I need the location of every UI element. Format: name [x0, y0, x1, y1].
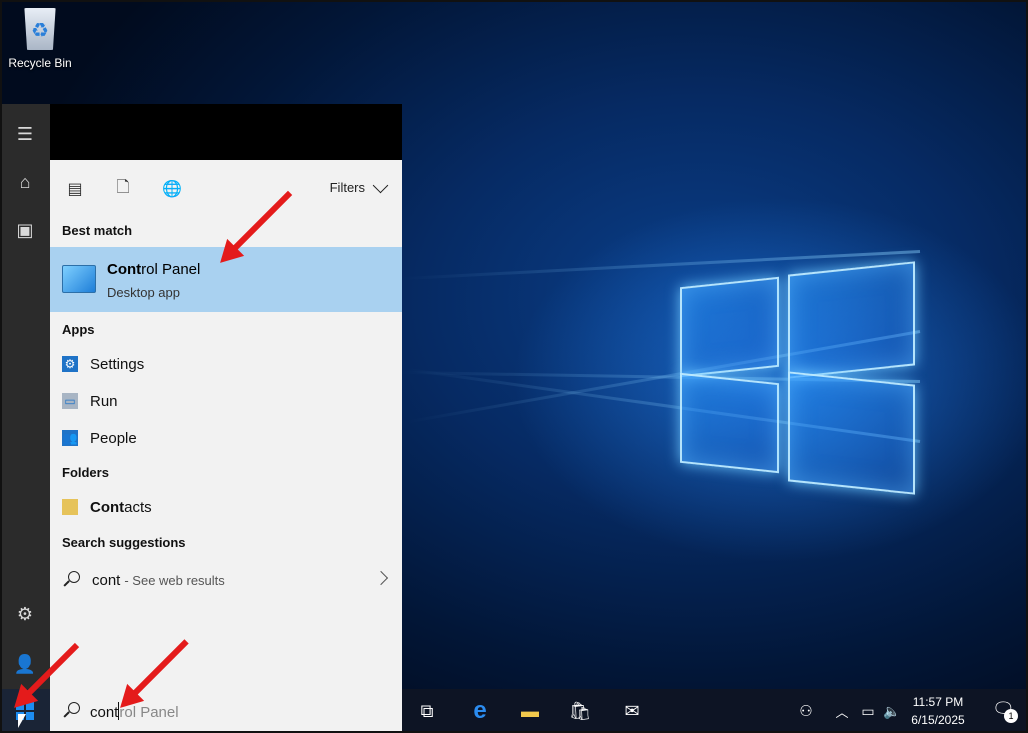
- file-explorer-icon[interactable]: ▬: [518, 699, 542, 723]
- network-icon[interactable]: ▭: [856, 699, 880, 723]
- mouse-cursor-icon: [18, 714, 26, 728]
- start-menu-header: [50, 104, 402, 160]
- store-icon[interactable]: 🛍: [568, 699, 592, 723]
- recycle-bin-label: Recycle Bin: [8, 56, 72, 70]
- people-icon: 👥: [62, 430, 78, 446]
- control-panel-icon: [62, 265, 96, 293]
- settings-gear-icon: ⚙: [62, 356, 78, 372]
- filters-label: Filters: [329, 180, 365, 195]
- search-icon: [62, 571, 80, 589]
- chevron-right-icon: [373, 570, 389, 586]
- notification-count-badge: 1: [1004, 709, 1018, 723]
- home-icon[interactable]: ⌂: [0, 162, 50, 202]
- people-icon[interactable]: ⚇: [794, 699, 818, 723]
- recycle-bin-icon: [24, 8, 56, 50]
- taskbar: control Panel ⧉ e ▬ 🛍 ✉ ⚇ ︿ ▭ 🔈 11:57 PM…: [0, 689, 1028, 733]
- apps-heading: Apps: [62, 322, 95, 337]
- task-view-icon[interactable]: ⧉: [415, 699, 439, 723]
- recent-documents-icon[interactable]: ▣: [0, 210, 50, 250]
- app-item-run[interactable]: ▭ Run: [62, 389, 118, 413]
- folder-item-contacts[interactable]: Contacts: [62, 495, 152, 519]
- chevron-down-icon: [372, 177, 389, 193]
- windows-logo-pane: [788, 371, 915, 495]
- clock-time: 11:57 PM: [912, 695, 964, 709]
- recycle-bin-desktop-icon[interactable]: Recycle Bin: [6, 8, 74, 70]
- folder-icon: [62, 499, 78, 515]
- documents-scope-icon[interactable]: 🗋: [112, 178, 134, 200]
- apps-scope-icon[interactable]: ▤: [64, 178, 86, 200]
- clock-date: 6/15/2025: [911, 713, 965, 727]
- hamburger-menu-icon[interactable]: ☰: [0, 114, 50, 154]
- folder-item-label: Contacts: [90, 498, 152, 516]
- taskbar-search-input[interactable]: control Panel: [50, 689, 402, 733]
- action-center-button[interactable]: 🗨 1: [992, 699, 1018, 723]
- app-item-label: People: [90, 429, 137, 447]
- web-scope-icon[interactable]: 🌐: [161, 178, 183, 200]
- start-menu-rail: ☰ ⌂ ▣ ⚙ 👤: [0, 104, 50, 689]
- suggestion-suffix: - See web results: [124, 572, 225, 588]
- filters-button[interactable]: Filters: [329, 177, 389, 195]
- windows-logo-pane: [680, 372, 779, 474]
- windows-logo-pane: [788, 261, 915, 379]
- show-hidden-icons-icon[interactable]: ︿: [830, 699, 854, 723]
- app-item-label: Settings: [90, 355, 145, 373]
- windows-logo-pane: [680, 276, 779, 378]
- app-item-label: Run: [90, 392, 118, 410]
- mail-icon[interactable]: ✉: [620, 699, 644, 723]
- web-suggestion-cont[interactable]: cont - See web results: [62, 567, 392, 593]
- settings-gear-icon[interactable]: ⚙: [0, 594, 50, 634]
- search-suggestions-heading: Search suggestions: [62, 535, 186, 550]
- best-match-subtitle: Desktop app: [107, 285, 180, 300]
- search-scope-toolbar: ▤ 🗋 🌐 Filters: [50, 160, 402, 218]
- app-item-settings[interactable]: ⚙ Settings: [62, 352, 144, 376]
- run-icon: ▭: [62, 393, 78, 409]
- volume-icon[interactable]: 🔈: [880, 699, 904, 723]
- app-item-people[interactable]: 👥 People: [62, 426, 137, 450]
- best-match-title: Control Panel: [107, 261, 201, 278]
- suggestion-query: cont: [92, 571, 121, 589]
- search-icon: [62, 702, 80, 720]
- best-match-heading: Best match: [62, 223, 133, 238]
- clock[interactable]: 11:57 PM 6/15/2025: [902, 693, 974, 729]
- folders-heading: Folders: [62, 465, 109, 480]
- edge-icon[interactable]: e: [468, 697, 492, 724]
